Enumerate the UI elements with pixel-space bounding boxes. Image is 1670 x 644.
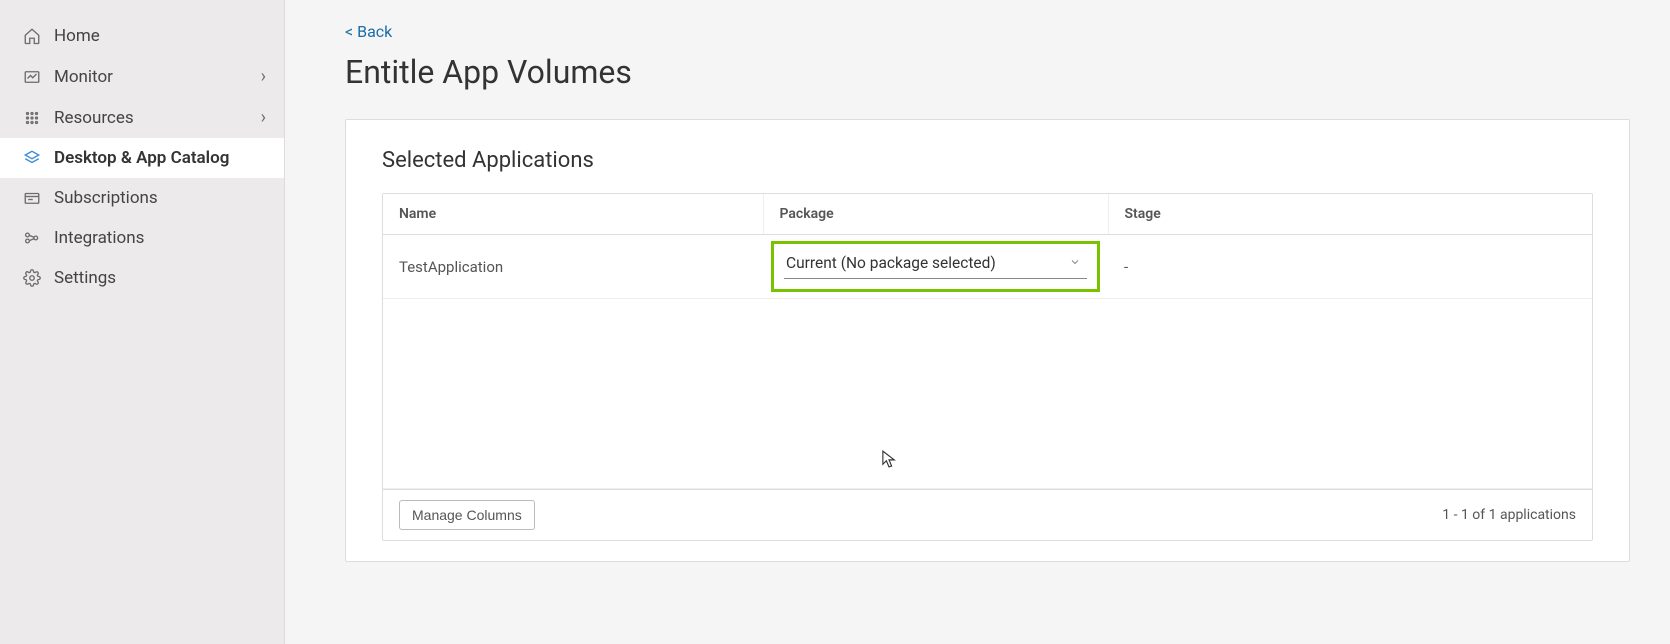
- applications-table: Name Package Stage TestApplication Curre…: [383, 194, 1592, 489]
- column-header-name[interactable]: Name: [383, 194, 763, 235]
- sidebar: Home Monitor › Resources › Desktop & App…: [0, 0, 285, 644]
- home-icon: [22, 26, 42, 46]
- sidebar-item-home[interactable]: Home: [0, 16, 284, 56]
- sidebar-item-label: Monitor: [54, 67, 113, 87]
- cell-name: TestApplication: [383, 235, 763, 299]
- sidebar-item-monitor[interactable]: Monitor ›: [0, 56, 284, 97]
- catalog-icon: [22, 148, 42, 168]
- package-dropdown[interactable]: Current (No package selected): [784, 250, 1087, 279]
- column-header-stage[interactable]: Stage: [1108, 194, 1592, 235]
- sidebar-item-integrations[interactable]: Integrations: [0, 218, 284, 258]
- sidebar-item-settings[interactable]: Settings: [0, 258, 284, 298]
- page-title: Entitle App Volumes: [345, 53, 1630, 91]
- monitor-icon: [22, 67, 42, 87]
- card-title: Selected Applications: [382, 148, 1593, 173]
- sidebar-item-label: Integrations: [54, 228, 144, 248]
- settings-icon: [22, 268, 42, 288]
- sidebar-item-subscriptions[interactable]: Subscriptions: [0, 178, 284, 218]
- selected-applications-card: Selected Applications Name Package Stage…: [345, 119, 1630, 562]
- main-content: < Back Entitle App Volumes Selected Appl…: [285, 0, 1670, 644]
- sidebar-item-label: Resources: [54, 108, 134, 128]
- chevron-right-icon: ›: [261, 107, 266, 128]
- applications-table-wrap: Name Package Stage TestApplication Curre…: [382, 193, 1593, 541]
- package-highlight: Current (No package selected): [771, 241, 1100, 292]
- back-link[interactable]: < Back: [345, 22, 392, 41]
- resources-icon: [22, 108, 42, 128]
- chevron-down-icon: [1069, 256, 1081, 271]
- column-header-package[interactable]: Package: [763, 194, 1108, 235]
- sidebar-item-label: Home: [54, 26, 100, 46]
- chevron-right-icon: ›: [261, 66, 266, 87]
- sidebar-item-resources[interactable]: Resources ›: [0, 97, 284, 138]
- table-row: TestApplication Current (No package sele…: [383, 235, 1592, 299]
- cell-package: Current (No package selected): [763, 235, 1108, 299]
- cell-stage: -: [1108, 235, 1592, 299]
- sidebar-item-label: Subscriptions: [54, 188, 158, 208]
- sidebar-item-label: Desktop & App Catalog: [54, 148, 229, 168]
- package-dropdown-value: Current (No package selected): [786, 254, 996, 272]
- manage-columns-button[interactable]: Manage Columns: [399, 500, 535, 530]
- integrations-icon: [22, 228, 42, 248]
- sidebar-item-label: Settings: [54, 268, 116, 288]
- table-empty-space: [383, 299, 1592, 489]
- sidebar-item-desktop-app-catalog[interactable]: Desktop & App Catalog: [0, 138, 284, 178]
- table-footer: Manage Columns 1 - 1 of 1 applications: [383, 489, 1592, 540]
- subscriptions-icon: [22, 188, 42, 208]
- footer-status: 1 - 1 of 1 applications: [1442, 507, 1576, 523]
